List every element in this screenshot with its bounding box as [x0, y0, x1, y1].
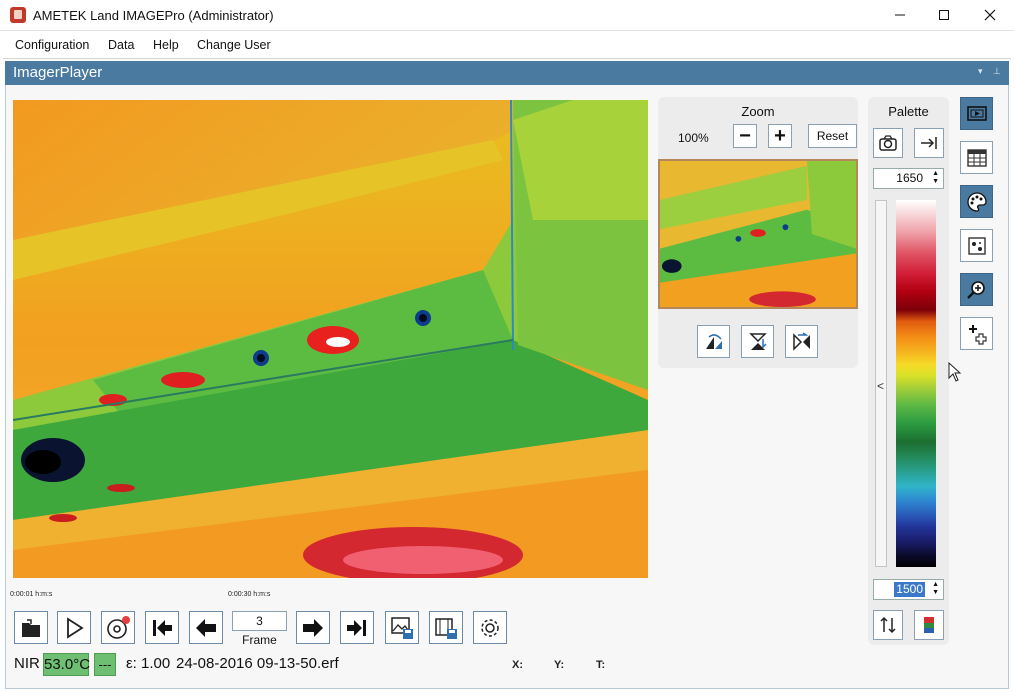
flip-vertical-icon: [748, 332, 767, 350]
zoom-panel: Zoom 100% − + Reset: [658, 97, 858, 368]
title-bar: AMETEK Land IMAGEPro (Administrator): [0, 0, 1014, 31]
palette-max-spinner[interactable]: 1650 ▲ ▼: [873, 168, 944, 189]
temperature-badge: 53.0°C: [43, 653, 90, 676]
maximize-icon: [939, 10, 949, 20]
camera-view-button[interactable]: [873, 128, 903, 158]
spinner-arrows-icon[interactable]: ▲ ▼: [932, 170, 939, 186]
table-icon: [966, 148, 987, 167]
menu-change-user[interactable]: Change User: [197, 38, 271, 52]
table-button[interactable]: [960, 141, 993, 174]
thermal-image-graphic: [13, 100, 648, 578]
frame-label: Frame: [242, 633, 277, 647]
palette-panel: Palette 1650 ▲ ▼ < 1500 ▲ ▼: [868, 97, 949, 645]
zoom-title: Zoom: [741, 104, 775, 119]
first-frame-button[interactable]: [145, 611, 179, 644]
palette-icon: [966, 191, 987, 212]
save-video-button[interactable]: [429, 611, 463, 644]
frame-input[interactable]: 3: [232, 611, 287, 631]
filename-label: 24-08-2016 09-13-50.erf: [176, 655, 339, 672]
play-icon: [67, 616, 84, 639]
menu-bar: Configuration Data Help Change User: [3, 31, 1011, 59]
close-icon: [984, 9, 996, 21]
timeline-start-label: 0:00:01 h:m:s: [10, 591, 53, 598]
minimize-icon: [895, 14, 905, 16]
palette-max-value: 1650: [896, 171, 923, 185]
settings-button[interactable]: [473, 611, 507, 644]
t-value-label: T:: [596, 659, 606, 671]
mode-label: NIR: [14, 655, 40, 672]
palette-swatch-button[interactable]: [914, 610, 944, 640]
y-coordinate-label: Y:: [554, 659, 565, 671]
spots-button[interactable]: [960, 229, 993, 262]
zoom-preview-graphic: [660, 161, 856, 307]
window-title: AMETEK Land IMAGEPro (Administrator): [33, 8, 274, 23]
menu-help[interactable]: Help: [153, 38, 179, 52]
next-frame-button[interactable]: [296, 611, 330, 644]
zoom-level: 100%: [678, 131, 709, 145]
palette-title: Palette: [888, 104, 929, 119]
timeline-end-label: 0:00:30 h:m:s: [228, 591, 271, 598]
add-point-icon: [968, 324, 987, 345]
rotate-icon: [705, 333, 722, 349]
flip-vertical-button[interactable]: [741, 325, 774, 358]
camera-view-icon: [879, 135, 897, 151]
zoom-tool-icon: [966, 280, 985, 299]
first-frame-icon: [153, 619, 172, 636]
palette-min-spinner[interactable]: 1500 ▲ ▼: [873, 579, 944, 600]
zoom-in-button[interactable]: +: [768, 124, 792, 148]
previous-frame-icon: [196, 618, 216, 637]
slider-arrow[interactable]: <: [877, 379, 884, 393]
record-button[interactable]: [101, 611, 135, 644]
secondary-badge: ---: [94, 653, 116, 676]
panel-dropdown-icon[interactable]: ▾: [978, 66, 988, 78]
flip-horizontal-icon: [792, 331, 810, 351]
add-point-button[interactable]: [960, 317, 993, 350]
play-button[interactable]: [57, 611, 91, 644]
mouse-cursor-icon: [948, 362, 962, 382]
last-frame-icon: [347, 619, 366, 636]
panel-title: ImagerPlayer: [13, 64, 103, 81]
emissivity-label: ε: 1.00: [126, 655, 171, 672]
minimize-button[interactable]: [877, 0, 923, 30]
record-icon: [107, 615, 130, 639]
flip-horizontal-button[interactable]: [785, 325, 818, 358]
save-video-icon: [435, 617, 457, 639]
menu-configuration[interactable]: Configuration: [15, 38, 89, 52]
menu-data[interactable]: Data: [108, 38, 134, 52]
swap-range-button[interactable]: [873, 610, 903, 640]
arrow-to-line-button[interactable]: [914, 128, 944, 158]
open-folder-icon: [22, 618, 40, 637]
previous-frame-button[interactable]: [189, 611, 223, 644]
maximize-button[interactable]: [921, 0, 967, 30]
settings-gear-icon: [481, 618, 499, 637]
save-image-button[interactable]: [385, 611, 419, 644]
zoom-tool-button[interactable]: [960, 273, 993, 306]
palette-colorbar: [896, 200, 936, 567]
zoom-out-button[interactable]: −: [733, 124, 757, 148]
save-image-icon: [391, 616, 413, 639]
zoom-preview[interactable]: [658, 159, 858, 309]
player-view-icon: [966, 105, 987, 121]
spots-icon: [967, 236, 986, 255]
close-button[interactable]: [967, 0, 1013, 30]
palette-swatch-icon: [924, 617, 934, 633]
open-file-button[interactable]: [14, 611, 48, 644]
x-coordinate-label: X:: [512, 659, 523, 671]
last-frame-button[interactable]: [340, 611, 374, 644]
thermal-image[interactable]: [13, 100, 648, 578]
arrow-to-line-icon: [921, 137, 937, 149]
spinner-arrows-icon[interactable]: ▲ ▼: [932, 581, 939, 597]
next-frame-icon: [303, 618, 323, 637]
panel-pin-icon[interactable]: ⊥: [993, 66, 1003, 78]
swap-arrows-icon: [880, 616, 896, 634]
rotate-button[interactable]: [697, 325, 730, 358]
app-logo-icon: [10, 7, 26, 23]
palette-min-value: 1500: [894, 582, 925, 597]
palette-tool-button[interactable]: [960, 185, 993, 218]
zoom-reset-button[interactable]: Reset: [808, 124, 857, 148]
player-view-button[interactable]: [960, 97, 993, 130]
panel-header: ImagerPlayer ▾ ⊥: [5, 61, 1009, 85]
